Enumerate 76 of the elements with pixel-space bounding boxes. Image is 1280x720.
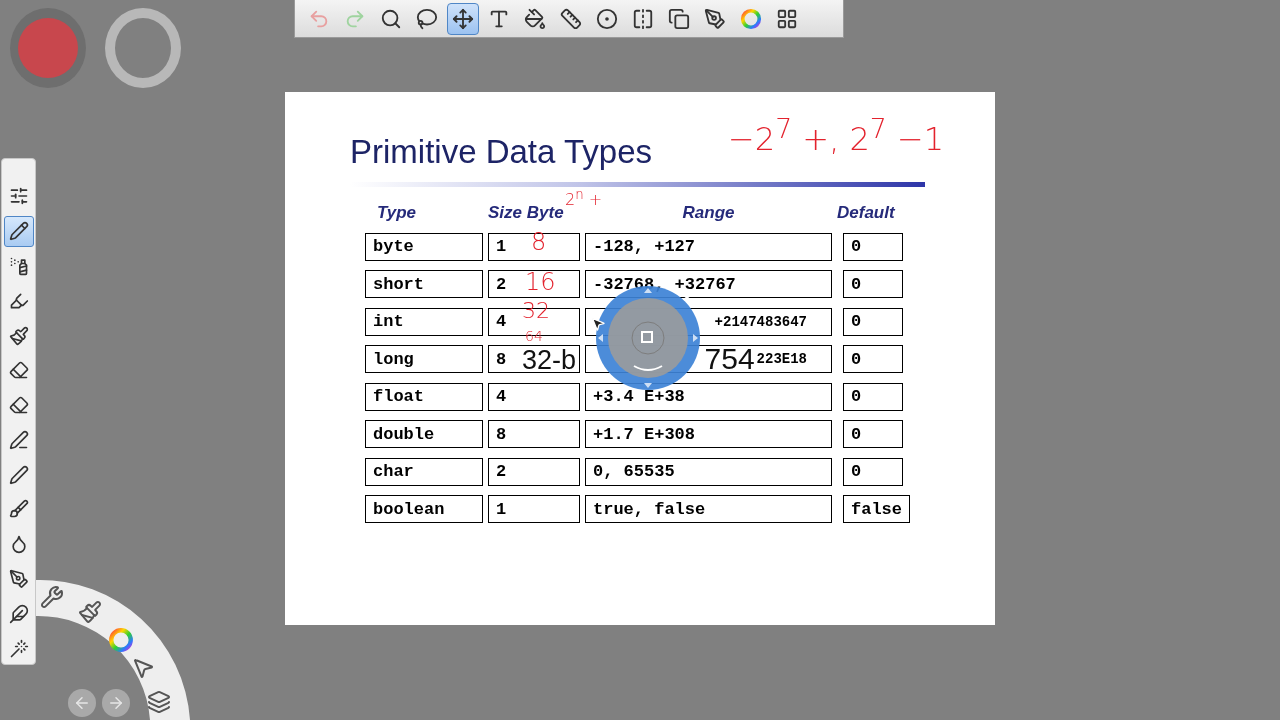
tools-menu-button[interactable] xyxy=(40,585,64,609)
handwritten-note: 8 xyxy=(531,230,547,254)
table-cell: boolean xyxy=(365,495,483,523)
column-header: Default xyxy=(837,203,895,223)
eraser-icon xyxy=(8,360,29,381)
pen-nib-icon xyxy=(8,569,29,589)
marker-icon xyxy=(8,290,29,311)
color-wheel-icon xyxy=(108,627,134,653)
pencil-icon xyxy=(8,221,29,242)
slide-title: Primitive Data Types xyxy=(350,132,652,172)
table-cell: 0 xyxy=(843,420,903,448)
table-cell: false xyxy=(843,495,910,523)
move-tool-button[interactable] xyxy=(447,2,479,35)
paintbrush-icon xyxy=(78,600,102,624)
brush-icon xyxy=(8,499,29,520)
table-cell: 0 xyxy=(843,270,903,298)
table-cell: long xyxy=(365,345,483,373)
column-header: Type xyxy=(377,203,417,223)
back-button[interactable] xyxy=(68,689,96,717)
brush-menu-button[interactable] xyxy=(78,600,102,624)
layers-menu-button[interactable] xyxy=(147,690,171,714)
table-cell: short xyxy=(365,270,483,298)
table-cell: 4 xyxy=(488,382,580,411)
select-menu-button[interactable] xyxy=(131,656,155,680)
table-cell: +3.4 E+38 xyxy=(585,382,832,411)
table-cell: 0 xyxy=(843,457,903,486)
wrench-icon xyxy=(40,585,64,609)
symmetry-icon xyxy=(632,7,654,30)
forward-arrow-icon xyxy=(107,694,125,712)
move-icon xyxy=(452,7,474,30)
airbrush-icon xyxy=(8,255,29,276)
handwritten-note: 2$^{n}$ + xyxy=(565,188,603,209)
table-cell: 2 xyxy=(488,457,580,486)
swatch-grid-icon xyxy=(776,7,798,30)
forward-button[interactable] xyxy=(102,689,130,717)
pointer-icon xyxy=(131,656,155,680)
range-text: 223E18 xyxy=(756,351,807,367)
table-cell: 0, 65535 xyxy=(585,457,832,486)
table-cell: byte xyxy=(365,232,483,261)
column-header: Size Byte xyxy=(488,203,564,223)
table-cell: 8 xyxy=(488,420,580,448)
caption-text: 754 xyxy=(704,346,755,372)
table-cell: -128, +127 xyxy=(585,232,832,261)
table-cell: 1 xyxy=(488,495,580,523)
table-cell: float xyxy=(365,382,483,411)
lasso-icon xyxy=(416,7,438,30)
layers-icon xyxy=(668,7,690,30)
color-wheel-icon xyxy=(740,7,762,30)
eraser-icon xyxy=(8,395,29,416)
sliders-icon xyxy=(8,186,29,207)
paint-bucket-icon xyxy=(524,7,546,30)
table-cell: 0 xyxy=(843,345,903,373)
felt-pen-icon xyxy=(8,429,29,450)
table-cell: double xyxy=(365,420,483,448)
search-icon xyxy=(380,7,402,30)
table-cell: char xyxy=(365,457,483,486)
table-cell: 0 xyxy=(843,232,903,261)
wand-icon xyxy=(8,638,29,659)
table-cell: 0 xyxy=(843,307,903,336)
column-header: Range xyxy=(682,203,735,223)
table-cell: true, false xyxy=(585,495,832,523)
table-cell: int xyxy=(365,307,483,336)
table-cell: 0 xyxy=(843,382,903,411)
pencil-tool-button[interactable] xyxy=(3,215,34,247)
pen-icon xyxy=(8,464,29,485)
quill-icon xyxy=(8,603,29,624)
ellipse-icon xyxy=(596,7,618,30)
table-cell: +1.7 E+308 xyxy=(585,420,832,448)
paintbrush-icon xyxy=(8,325,29,346)
caption-text: 32-b xyxy=(522,347,577,374)
layers-icon xyxy=(147,690,171,714)
handwritten-note: 16 xyxy=(525,270,556,294)
color-menu-button[interactable] xyxy=(108,627,134,653)
brush-tip-icon xyxy=(704,7,726,30)
handwritten-note: −2$^{7}$ +, 2$^{7}$ −1 xyxy=(728,116,945,155)
ruler-icon xyxy=(560,7,582,30)
